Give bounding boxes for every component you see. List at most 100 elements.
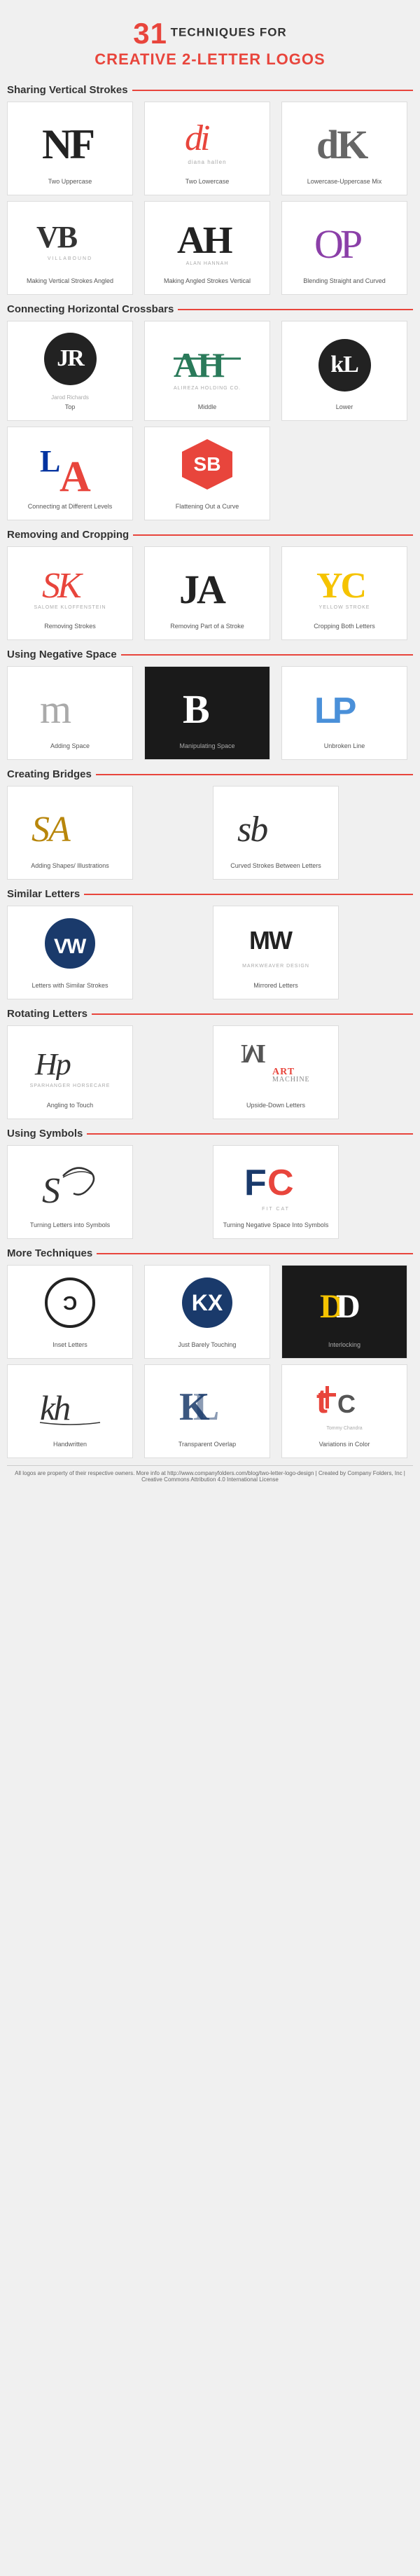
logo-label-artm: Upside-Down Letters <box>246 1102 305 1114</box>
svg-text:A: A <box>59 453 91 492</box>
logo-label-sa: Adding Shapes/ Illustrations <box>31 862 109 875</box>
logo-label-b: Manipulating Space <box>179 742 234 755</box>
svg-text:sb: sb <box>237 810 267 848</box>
ah-sub: ALAN HANNAH <box>176 261 239 266</box>
artm-svg: M ART MACHINE <box>237 1041 314 1083</box>
logo-label-dd: Interlocking <box>328 1341 360 1354</box>
logo-grid-bridges: SA Adding Shapes/ Illustrations sb Curve… <box>7 786 413 880</box>
logo-img-mw: MW MARKWEAVER DESIGN <box>218 912 334 975</box>
la-svg: L A <box>38 436 102 492</box>
logo-label-mw: Mirrored Letters <box>253 982 298 995</box>
logo-card-b: B Manipulating Space <box>144 666 270 760</box>
logo-card-dd: D D Interlocking <box>281 1265 407 1359</box>
logo-img-vb: VB VILLABOUND <box>12 207 128 270</box>
logo-label-hp: Angling to Touch <box>47 1102 93 1114</box>
ah2-svg: AH <box>172 339 242 382</box>
logo-img-ah2: AH ALIREZA HOLDING CO. <box>149 333 265 396</box>
section-symbols-text: Using Symbols <box>7 1128 83 1140</box>
title-text2: CREATIVE 2-LETTER LOGOS <box>14 50 406 69</box>
svg-text:L: L <box>193 1385 219 1427</box>
logo-label-vb: Making Vertical Strokes Angled <box>27 277 113 290</box>
logo-card-dk: dK Lowercase-Uppercase Mix <box>281 102 407 195</box>
section-rotating-text: Rotating Letters <box>7 1008 88 1020</box>
logo-img-kx: KX <box>149 1271 265 1334</box>
logo-img-lp: LP <box>286 672 402 735</box>
logo-label-yc: Cropping Both Letters <box>314 623 375 635</box>
logo-img-sk: SK SALOME KLOFFENSTEIN <box>12 553 128 616</box>
logo-card-vw: VW Letters with Similar Strokes <box>7 906 133 999</box>
logo-img-la: L A <box>12 433 128 496</box>
fc-sub: FIT CAT <box>241 1207 311 1212</box>
logo-img-m: m <box>12 672 128 735</box>
logo-grid-rotating: Hp SPARHANGER HORSECARE Angling to Touch… <box>7 1025 413 1119</box>
section-similar: Similar Letters <box>7 888 413 900</box>
sb2-svg: sb <box>234 799 318 848</box>
main-title: 31 TECHNIQUES FOR CREATIVE 2-LETTER LOGO… <box>7 7 413 76</box>
svg-text:S: S <box>42 1171 60 1211</box>
logo-img-op: OP <box>286 207 402 270</box>
kl-text: kL <box>330 352 358 378</box>
kh-svg: kh <box>38 1378 102 1427</box>
logo-label-fc: Turning Negative Space Into Symbols <box>223 1221 329 1234</box>
logo-img-k: K L <box>149 1371 265 1434</box>
svg-text:JA: JA <box>179 567 226 609</box>
logo-card-ja: JA Removing Part of a Stroke <box>144 546 270 640</box>
kx-circle: KX <box>182 1277 232 1328</box>
section-rotating: Rotating Letters <box>7 1008 413 1020</box>
logo-card-m: m Adding Space <box>7 666 133 760</box>
logo-card-lp: LP Unbroken Line <box>281 666 407 760</box>
title-line1: 31 TECHNIQUES FOR <box>14 17 406 50</box>
yc-sub: YELLOW STROKE <box>315 605 374 610</box>
logo-card-swan: S Turning Letters into Symbols <box>7 1145 133 1239</box>
logo-img-yc: YC YELLOW STROKE <box>286 553 402 616</box>
logo-label-k: Transparent Overlap <box>178 1441 236 1453</box>
logo-card-kx: KX Just Barely Touching <box>144 1265 270 1359</box>
m-svg: m <box>38 679 102 728</box>
jr-circle: JR <box>44 333 97 385</box>
jr-sub: Jarod Richards <box>51 394 89 401</box>
logo-card-sk: SK SALOME KLOFFENSTEIN Removing Strokes <box>7 546 133 640</box>
svg-text:F: F <box>244 1163 265 1203</box>
logo-card-kh: kh Handwritten <box>7 1364 133 1458</box>
logo-card-yc: YC YELLOW STROKE Cropping Both Letters <box>281 546 407 640</box>
title-text1: TECHNIQUES FOR <box>171 25 287 39</box>
logo-img-sb2: sb <box>218 792 334 855</box>
sk-svg: SK <box>41 558 100 602</box>
logo-card-fc: F C FIT CAT Turning Negative Space Into … <box>213 1145 339 1239</box>
section-more: More Techniques <box>7 1247 413 1259</box>
section-more-text: More Techniques <box>7 1247 92 1259</box>
sb-hex: SB <box>182 439 232 490</box>
dd-svg: D D <box>316 1278 372 1324</box>
logo-card-la: L A Connecting at Different Levels <box>7 427 133 520</box>
logo-img-tc: t C Tommy Chandra <box>286 1371 402 1434</box>
sk-sub: SALOME KLOFFENSTEIN <box>34 605 106 610</box>
section-bridges: Creating Bridges <box>7 768 413 780</box>
logo-img-swan: S <box>12 1151 128 1214</box>
logo-grid-negative: m Adding Space B Manipulating Space LP U… <box>7 666 413 760</box>
logo-card-mw: MW MARKWEAVER DESIGN Mirrored Letters <box>213 906 339 999</box>
logo-label-lp: Unbroken Line <box>324 742 365 755</box>
svg-text:D: D <box>336 1288 359 1324</box>
svg-text:VB: VB <box>36 220 78 253</box>
logo-card-sb: SB Flattening Out a Curve <box>144 427 270 520</box>
logo-label-swan: Turning Letters into Symbols <box>30 1221 110 1234</box>
hp-sub: SPARHANGER HORSECARE <box>30 1083 111 1088</box>
logo-label-sb2: Curved Strokes Between Letters <box>230 862 321 875</box>
logo-grid-similar: VW Letters with Similar Strokes MW MARKW… <box>7 906 413 999</box>
logo-grid-removing: SK SALOME KLOFFENSTEIN Removing Strokes … <box>7 546 413 640</box>
sa-svg: SA <box>28 799 112 848</box>
jr-text: JR <box>57 345 83 372</box>
svg-text:kh: kh <box>40 1388 69 1427</box>
logo-label-m: Adding Space <box>50 742 90 755</box>
nf-svg: NF <box>38 115 102 164</box>
svg-text:OP: OP <box>314 221 361 263</box>
svg-text:LP: LP <box>314 691 356 728</box>
mw-sub: MARKWEAVER DESIGN <box>242 964 309 969</box>
logo-label-ah2: Middle <box>198 403 217 416</box>
vw-svg: VW <box>52 929 88 957</box>
logo-img-jr: JR <box>12 327 128 390</box>
logo-label-kh: Handwritten <box>53 1441 87 1453</box>
logo-card-di: di diana hallen Two Lowercase <box>144 102 270 195</box>
section-removing: Removing and Cropping <box>7 529 413 541</box>
logo-grid-more: C Inset Letters KX Just Barely Touching … <box>7 1265 413 1458</box>
